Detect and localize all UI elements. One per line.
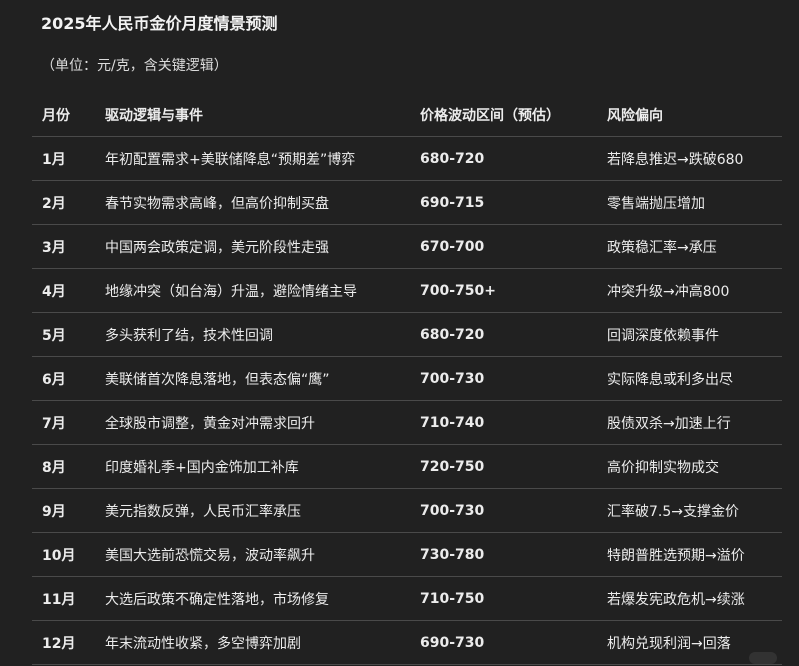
- forecast-table: 月份 驱动逻辑与事件 价格波动区间（预估） 风险偏向 1月 年初配置需求+美联储降…: [32, 93, 782, 665]
- month-cell: 3月: [42, 239, 66, 256]
- table-row: 11月 大选后政策不确定性落地，市场修复 710-750 若爆发宪政危机→续涨: [32, 577, 782, 621]
- month-cell: 9月: [42, 503, 66, 520]
- table-row: 2月 春节实物需求高峰，但高价抑制买盘 690-715 零售端抛压增加: [32, 181, 782, 225]
- logic-cell: 年初配置需求+美联储降息“预期差”博弈: [105, 151, 356, 168]
- month-cell: 1月: [42, 151, 66, 168]
- logic-cell: 中国两会政策定调，美元阶段性走强: [105, 239, 329, 256]
- logic-cell: 多头获利了结，技术性回调: [105, 327, 273, 344]
- table-row: 6月 美联储首次降息落地，但表态偏“鹰” 700-730 实际降息或利多出尽: [32, 357, 782, 401]
- logic-cell: 全球股市调整，黄金对冲需求回升: [105, 415, 315, 432]
- logic-cell: 美元指数反弹，人民币汇率承压: [105, 503, 301, 520]
- risk-cell: 回调深度依赖事件: [607, 327, 719, 344]
- table-row: 9月 美元指数反弹，人民币汇率承压 700-730 汇率破7.5→支撑金价: [32, 489, 782, 533]
- range-cell: 700-730: [420, 370, 485, 387]
- range-cell: 690-730: [420, 634, 485, 651]
- table-row: 4月 地缘冲突（如台海）升温，避险情绪主导 700-750+ 冲突升级→冲高800: [32, 269, 782, 313]
- month-cell: 6月: [42, 371, 66, 388]
- table-row: 10月 美国大选前恐慌交易，波动率飙升 730-780 特朗普胜选预期→溢价: [32, 533, 782, 577]
- table-header-row: 月份 驱动逻辑与事件 价格波动区间（预估） 风险偏向: [32, 93, 782, 137]
- logic-cell: 美国大选前恐慌交易，波动率飙升: [105, 547, 315, 564]
- logic-cell: 春节实物需求高峰，但高价抑制买盘: [105, 195, 329, 212]
- month-cell: 11月: [42, 591, 76, 608]
- risk-cell: 零售端抛压增加: [607, 195, 705, 212]
- risk-cell: 若爆发宪政危机→续涨: [607, 591, 745, 608]
- logic-cell: 美联储首次降息落地，但表态偏“鹰”: [105, 371, 330, 388]
- month-cell: 7月: [42, 415, 66, 432]
- range-cell: 710-750: [420, 590, 485, 607]
- table-row: 7月 全球股市调整，黄金对冲需求回升 710-740 股债双杀→加速上行: [32, 401, 782, 445]
- header-risk: 风险偏向: [607, 107, 663, 124]
- table-row: 8月 印度婚礼季+国内金饰加工补库 720-750 高价抑制实物成交: [32, 445, 782, 489]
- header-range: 价格波动区间（预估）: [420, 107, 560, 124]
- range-cell: 700-750+: [420, 282, 496, 299]
- logic-cell: 地缘冲突（如台海）升温，避险情绪主导: [105, 283, 357, 300]
- risk-cell: 股债双杀→加速上行: [607, 415, 731, 432]
- month-cell: 5月: [42, 327, 66, 344]
- logic-cell: 大选后政策不确定性落地，市场修复: [105, 591, 329, 608]
- header-month: 月份: [42, 107, 70, 124]
- logic-cell: 印度婚礼季+国内金饰加工补库: [105, 459, 299, 476]
- range-cell: 710-740: [420, 414, 485, 431]
- table-row: 12月 年末流动性收紧，多空博弈加剧 690-730 机构兑现利润→回落: [32, 621, 782, 665]
- range-cell: 680-720: [420, 150, 485, 167]
- range-cell: 720-750: [420, 458, 485, 475]
- table-row: 5月 多头获利了结，技术性回调 680-720 回调深度依赖事件: [32, 313, 782, 357]
- table-row: 3月 中国两会政策定调，美元阶段性走强 670-700 政策稳汇率→承压: [32, 225, 782, 269]
- risk-cell: 机构兑现利润→回落: [607, 635, 731, 652]
- range-cell: 730-780: [420, 546, 485, 563]
- risk-cell: 汇率破7.5→支撑金价: [607, 503, 739, 520]
- month-cell: 12月: [42, 635, 76, 652]
- risk-cell: 若降息推迟→跌破680: [607, 151, 744, 168]
- risk-cell: 冲突升级→冲高800: [607, 283, 730, 300]
- risk-cell: 高价抑制实物成交: [607, 459, 719, 476]
- month-cell: 4月: [42, 283, 66, 300]
- range-cell: 700-730: [420, 502, 485, 519]
- range-cell: 670-700: [420, 238, 485, 255]
- header-logic: 驱动逻辑与事件: [105, 107, 203, 124]
- table-row: 1月 年初配置需求+美联储降息“预期差”博弈 680-720 若降息推迟→跌破680: [32, 137, 782, 181]
- watermark-icon: [749, 652, 777, 664]
- month-cell: 8月: [42, 459, 66, 476]
- range-cell: 690-715: [420, 194, 485, 211]
- page-title: 2025年人民币金价月度情景预测: [41, 14, 278, 33]
- month-cell: 2月: [42, 195, 66, 212]
- range-cell: 680-720: [420, 326, 485, 343]
- page-subtitle: （单位：元/克，含关键逻辑）: [41, 58, 228, 74]
- risk-cell: 实际降息或利多出尽: [607, 371, 733, 388]
- month-cell: 10月: [42, 547, 76, 564]
- logic-cell: 年末流动性收紧，多空博弈加剧: [105, 635, 301, 652]
- risk-cell: 政策稳汇率→承压: [607, 239, 717, 256]
- risk-cell: 特朗普胜选预期→溢价: [607, 547, 745, 564]
